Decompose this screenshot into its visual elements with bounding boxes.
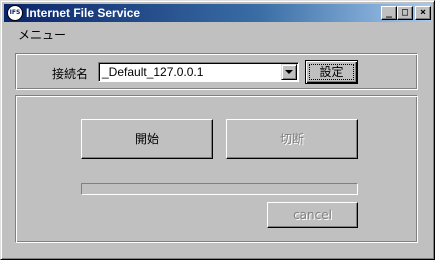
title-bar[interactable]: IFS Internet File Service _ □ × [4, 4, 431, 22]
settings-button[interactable]: 設定 [305, 60, 358, 84]
connection-name-label: 接続名 [52, 67, 89, 81]
menu-bar: メニュー [4, 23, 431, 43]
app-window: IFS Internet File Service _ □ × メニュー 接続名… [0, 0, 435, 260]
window-title: Internet File Service [26, 6, 141, 20]
app-icon: IFS [7, 5, 23, 21]
minimize-button[interactable]: _ [381, 6, 397, 20]
connection-name-value: _Default_127.0.0.1 [102, 65, 204, 79]
maximize-button[interactable]: □ [397, 6, 413, 20]
disconnect-button-label: 切断 [279, 132, 304, 146]
chevron-down-icon[interactable] [281, 64, 297, 80]
start-button-label: 開始 [134, 132, 159, 146]
settings-button-label: 設定 [319, 65, 344, 79]
disconnect-button[interactable]: 切断 [226, 119, 358, 159]
progress-bar [81, 183, 358, 195]
start-button[interactable]: 開始 [81, 119, 213, 159]
menu-item-menu[interactable]: メニュー [18, 26, 66, 43]
cancel-button[interactable]: cancel [267, 202, 358, 228]
cancel-button-label: cancel [293, 208, 332, 222]
close-button[interactable]: × [415, 6, 431, 20]
connection-name-select[interactable]: _Default_127.0.0.1 [98, 62, 299, 82]
